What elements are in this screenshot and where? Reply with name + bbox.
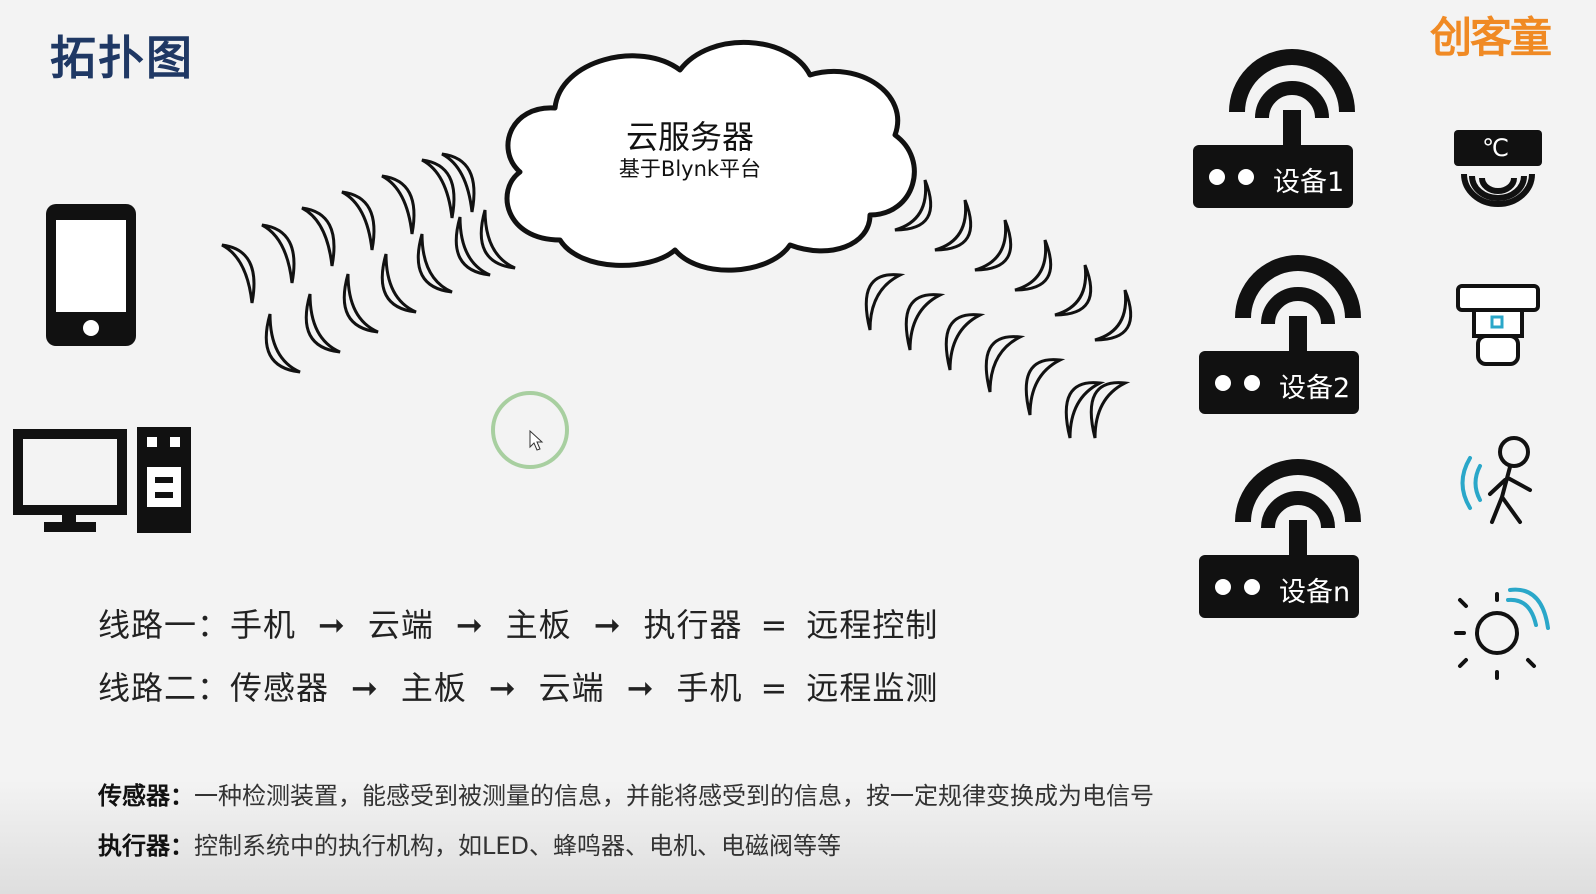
arrow-icon: ➞ [626,669,655,707]
route-step: 执行器 [643,606,743,644]
arrow-icon: ➞ [351,669,379,707]
route-line-2: 线路二：传感器 ➞ 主板 ➞ 云端 ➞ 手机 = 远程监测 [98,663,938,709]
route-line-1: 线路一：手机 ➞ 云端 ➞ 主板 ➞ 执行器 = 远程控制 [98,600,938,646]
route-label: 线路二： [98,669,231,707]
temperature-unit-label: ℃ [1482,134,1509,162]
route-step: 手机 [676,669,743,707]
equals-sign: = [760,669,789,707]
route-step: 主板 [400,669,467,707]
device-label-1: 设备1 [1273,167,1345,198]
equals-sign: = [760,606,789,644]
device-label-2: 设备2 [1279,373,1351,404]
definition-term: 执行器： [98,832,194,860]
definition-actuator: 执行器：控制系统中的执行机构，如LED、蜂鸣器、电机、电磁阀等等 [98,826,841,861]
cloud-subtitle: 基于Blynk平台 [618,157,762,181]
signal-waves-right-lower [864,273,1131,439]
cloud-title: 云服务器 [625,118,754,156]
arrow-icon: ➞ [488,669,517,707]
signal-waves-right-upper [894,179,1133,342]
route-step: 云端 [538,669,605,707]
arrow-icon: ➞ [455,606,484,644]
motion-sensor-icon [1460,436,1532,524]
route-step: 传感器 [230,669,330,707]
smoke-detector-icon [1456,284,1540,366]
desktop-computer-icon [13,427,191,533]
route-step: 主板 [505,606,572,644]
route-result: 远程监测 [806,669,939,707]
definition-term: 传感器： [98,782,194,810]
route-result: 远程控制 [806,606,939,644]
arrow-icon: ➞ [593,606,622,644]
arrow-icon: ➞ [318,606,346,644]
phone-icon [46,204,136,346]
signal-waves-left-lower [264,209,516,374]
route-label: 线路一： [98,606,231,644]
route-step: 手机 [230,606,297,644]
cursor-highlight [491,391,569,469]
definition-text: 控制系统中的执行机构，如LED、蜂鸣器、电机、电磁阀等等 [194,832,842,860]
device-label-n: 设备n [1279,577,1351,608]
definition-sensor: 传感器：一种检测装置，能感受到被测量的信息，并能将感受到的信息，按一定规律变换成… [98,776,1154,811]
definition-text: 一种检测装置，能感受到被测量的信息，并能将感受到的信息，按一定规律变换成为电信号 [194,782,1154,810]
light-sensor-icon [1454,587,1550,680]
route-step: 云端 [367,606,434,644]
